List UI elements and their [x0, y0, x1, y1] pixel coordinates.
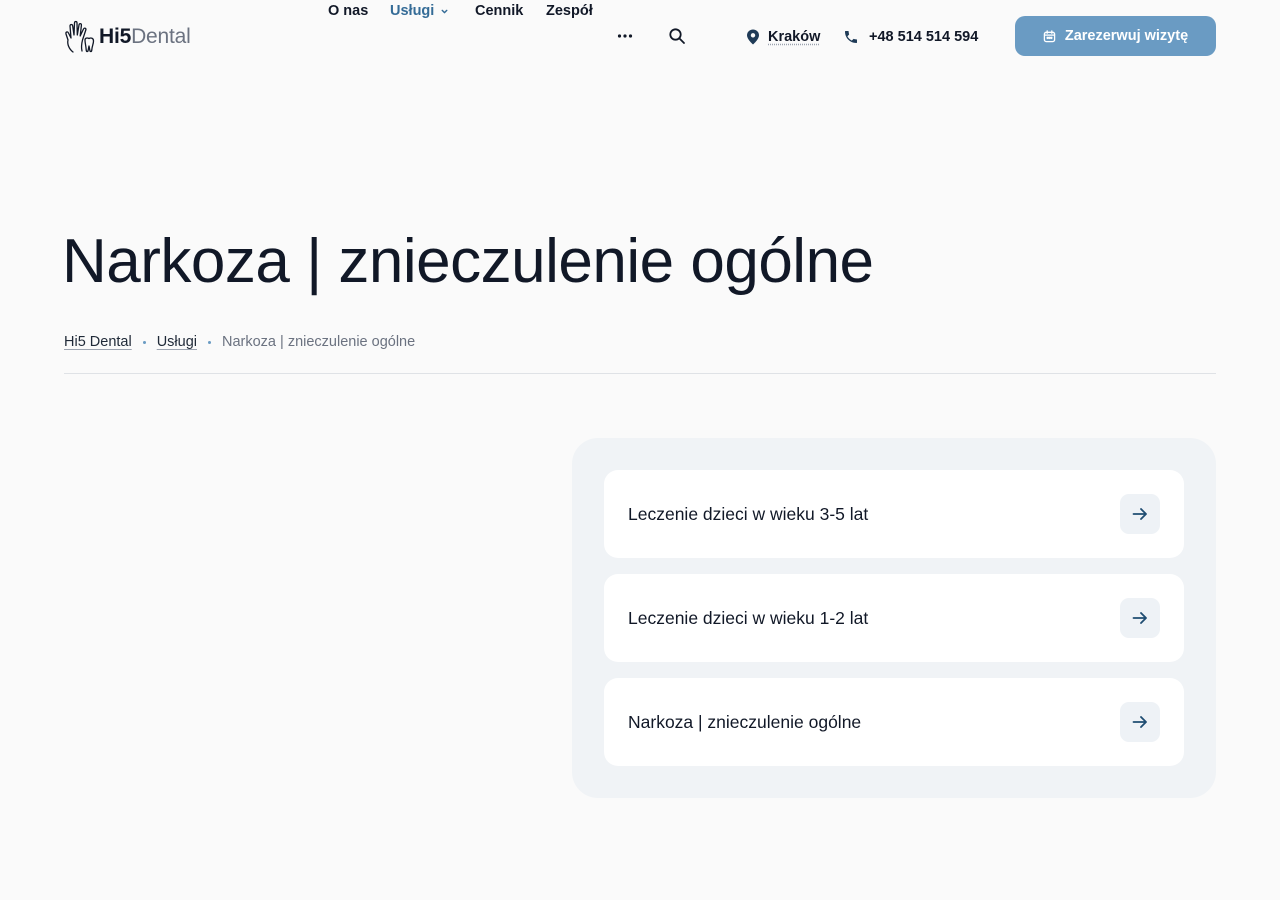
service-item-label: Leczenie dzieci w wieku 1-2 lat [628, 607, 869, 628]
location-link[interactable]: Kraków [746, 26, 820, 48]
phone-number: +48 514 514 594 [869, 29, 979, 45]
breadcrumb-separator [208, 340, 211, 344]
nav-item-zespol[interactable]: Zespół [546, 0, 593, 22]
service-item-narkoza[interactable]: Narkoza | znieczulenie ogólne [604, 678, 1184, 766]
service-item-3-5-lat[interactable]: Leczenie dzieci w wieku 3-5 lat [604, 470, 1184, 558]
map-pin-icon [747, 29, 759, 45]
book-visit-button[interactable]: Zarezerwuj wizytę [1015, 16, 1216, 56]
phone-link[interactable]: +48 514 514 594 [843, 26, 978, 48]
nav-item-uslugi[interactable]: Usługi [390, 0, 449, 22]
arrow-right-icon [1132, 612, 1147, 624]
hand-tooth-logo-icon [65, 20, 95, 53]
divider [64, 373, 1216, 374]
search-icon[interactable] [668, 27, 686, 45]
breadcrumb-uslugi[interactable]: Usługi [157, 334, 197, 350]
site-header: Hi5Dental O nas Usługi Cennik Zespół Kra… [0, 0, 1280, 72]
arrow-right-icon [1132, 508, 1147, 520]
arrow-button[interactable] [1120, 494, 1160, 534]
related-services-card: Leczenie dzieci w wieku 3-5 lat Leczenie… [572, 438, 1216, 798]
book-visit-label: Zarezerwuj wizytę [1064, 28, 1189, 44]
service-item-label: Leczenie dzieci w wieku 3-5 lat [628, 503, 869, 524]
breadcrumb: Hi5 Dental Usługi Narkoza | znieczulenie… [64, 332, 415, 352]
arrow-button[interactable] [1120, 702, 1160, 742]
calendar-icon [1043, 29, 1056, 42]
breadcrumb-home[interactable]: Hi5 Dental [64, 334, 132, 350]
chevron-down-icon [441, 9, 448, 14]
service-item-label: Narkoza | znieczulenie ogólne [628, 711, 862, 732]
logo-link[interactable]: Hi5Dental [64, 18, 191, 56]
location-label: Kraków [768, 29, 821, 45]
service-item-1-2-lat[interactable]: Leczenie dzieci w wieku 1-2 lat [604, 574, 1184, 662]
nav-item-cennik[interactable]: Cennik [475, 0, 523, 22]
arrow-button[interactable] [1120, 598, 1160, 638]
more-dots-icon[interactable] [616, 27, 634, 45]
breadcrumb-current: Narkoza | znieczulenie ogólne [222, 334, 416, 350]
arrow-right-icon [1132, 716, 1147, 728]
page-title: Narkoza | znieczulenie ogólne [62, 227, 874, 296]
logo-wordmark: Hi5Dental [99, 25, 191, 48]
breadcrumb-separator [142, 340, 146, 344]
phone-icon [845, 31, 857, 43]
nav-item-o-nas[interactable]: O nas [328, 0, 368, 22]
